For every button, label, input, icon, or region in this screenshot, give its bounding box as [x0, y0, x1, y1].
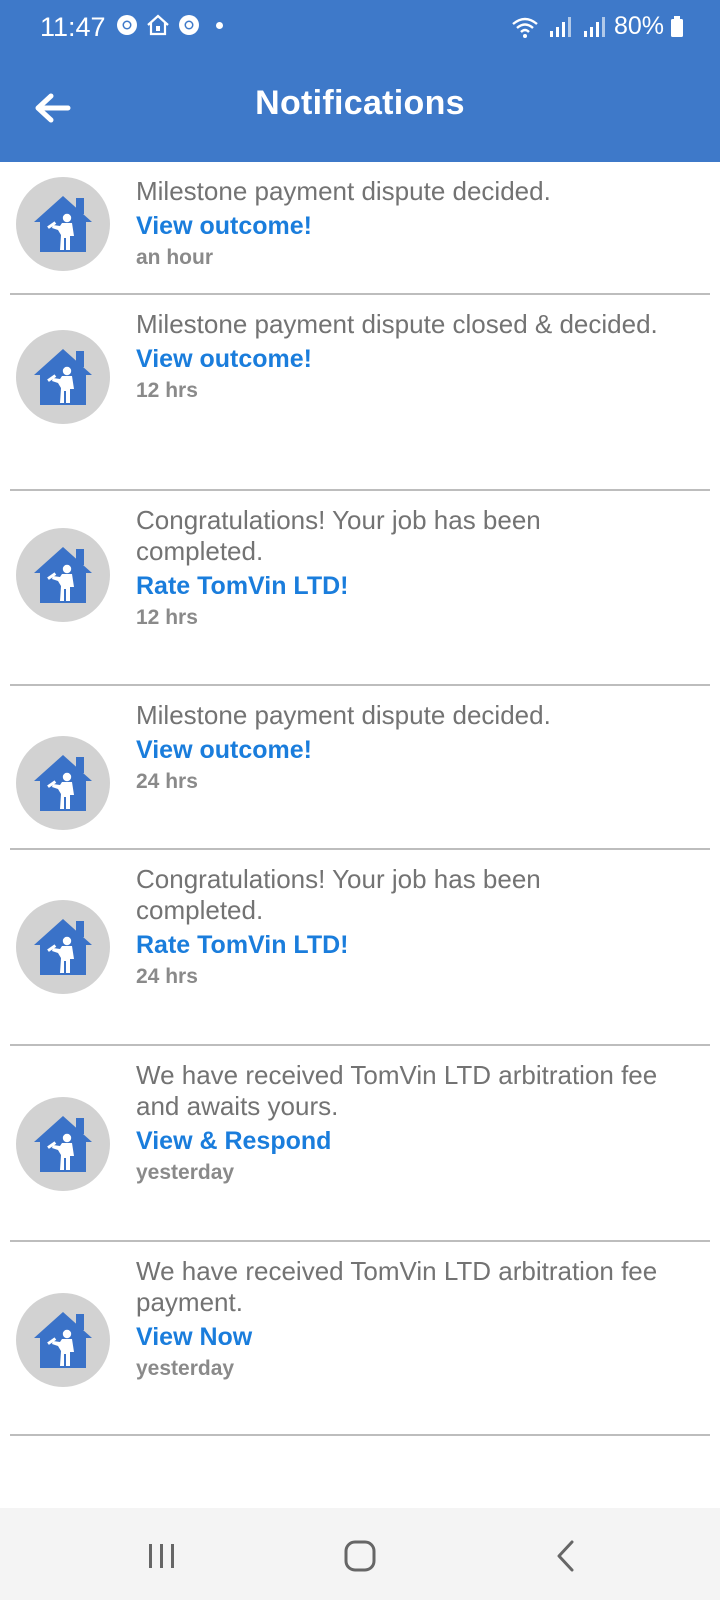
- wifi-icon: [512, 17, 538, 38]
- house-worker-avatar: [16, 528, 110, 622]
- notification-action-link[interactable]: View outcome!: [136, 344, 312, 374]
- signal-icon: [549, 16, 571, 37]
- notification-action-link[interactable]: View outcome!: [136, 211, 312, 241]
- notification-item[interactable]: We have received TomVin LTD arbitration …: [10, 1046, 710, 1242]
- notification-action-link[interactable]: View outcome!: [136, 735, 312, 765]
- notification-action-link[interactable]: View & Respond: [136, 1126, 331, 1156]
- house-worker-icon: [34, 349, 92, 405]
- recent-apps-icon: [149, 1544, 174, 1568]
- notification-time: 24 hrs: [136, 770, 198, 793]
- home-app-icon: [147, 14, 169, 36]
- notification-text: Milestone payment dispute decided. View o…: [136, 700, 670, 795]
- battery-percentage: 80%: [613, 12, 664, 40]
- notification-item[interactable]: Milestone payment dispute decided. View o…: [10, 686, 710, 850]
- notification-message: Milestone payment dispute decided.: [136, 176, 551, 206]
- house-worker-avatar: [16, 1293, 110, 1387]
- status-notification-icons: [116, 14, 223, 36]
- house-worker-icon: [34, 919, 92, 975]
- app-bar: Notifications: [0, 56, 720, 162]
- battery-icon: [671, 15, 683, 37]
- home-button[interactable]: [320, 1528, 400, 1584]
- notification-time: 12 hrs: [136, 379, 198, 402]
- house-worker-icon: [34, 196, 92, 252]
- notification-text: Milestone payment dispute decided. View o…: [136, 176, 670, 271]
- notification-list: Milestone payment dispute decided. View o…: [0, 162, 720, 1436]
- notification-text: Congratulations! Your job has been compl…: [136, 505, 670, 631]
- house-worker-avatar: [16, 177, 110, 271]
- house-worker-icon: [34, 1116, 92, 1172]
- notification-action-link[interactable]: View Now: [136, 1322, 252, 1352]
- notification-time: an hour: [136, 246, 213, 269]
- house-worker-avatar: [16, 1097, 110, 1191]
- notification-time: 24 hrs: [136, 965, 198, 988]
- page-title: Notifications: [255, 84, 465, 122]
- home-icon: [344, 1540, 376, 1572]
- notification-action-link[interactable]: Rate TomVin LTD!: [136, 571, 349, 601]
- status-bar: 11:47 80%: [0, 0, 720, 56]
- notification-message: We have received TomVin LTD arbitration …: [136, 1060, 658, 1121]
- system-back-button[interactable]: [526, 1528, 606, 1584]
- notification-time: yesterday: [136, 1357, 235, 1380]
- notification-text: Congratulations! Your job has been compl…: [136, 864, 670, 990]
- notification-message: Milestone payment dispute decided.: [136, 700, 551, 730]
- house-worker-avatar: [16, 736, 110, 830]
- notification-time: 12 hrs: [136, 606, 198, 629]
- status-time: 11:47: [40, 12, 106, 42]
- house-worker-avatar: [16, 900, 110, 994]
- status-system-icons: 80%: [510, 12, 684, 41]
- notification-item[interactable]: Milestone payment dispute closed & decid…: [10, 295, 710, 491]
- notification-action-link[interactable]: Rate TomVin LTD!: [136, 930, 349, 960]
- chevron-left-icon: [557, 1540, 574, 1572]
- recent-apps-button[interactable]: [122, 1528, 202, 1584]
- notification-item[interactable]: We have received TomVin LTD arbitration …: [10, 1242, 710, 1436]
- notification-message: Milestone payment dispute closed & decid…: [136, 309, 658, 339]
- notification-text: We have received TomVin LTD arbitration …: [136, 1060, 670, 1186]
- notification-item[interactable]: Congratulations! Your job has been compl…: [10, 491, 710, 686]
- notification-message: Congratulations! Your job has been compl…: [136, 864, 541, 925]
- notification-text: We have received TomVin LTD arbitration …: [136, 1256, 670, 1382]
- notification-item[interactable]: Congratulations! Your job has been compl…: [10, 850, 710, 1046]
- house-worker-icon: [34, 1312, 92, 1368]
- notification-item[interactable]: Milestone payment dispute decided. View o…: [10, 162, 710, 295]
- chrome-icon: [179, 15, 199, 35]
- notification-text: Milestone payment dispute closed & decid…: [136, 309, 670, 404]
- signal-icon: [583, 16, 605, 37]
- notification-time: yesterday: [136, 1161, 235, 1184]
- notification-message: Congratulations! Your job has been compl…: [136, 505, 541, 566]
- notification-message: We have received TomVin LTD arbitration …: [136, 1256, 658, 1317]
- app-header: 11:47 80% Notifications: [0, 0, 720, 162]
- house-worker-avatar: [16, 330, 110, 424]
- system-navigation-bar: [0, 1508, 720, 1600]
- more-notifications-dot: [216, 21, 223, 29]
- chrome-icon: [117, 15, 137, 35]
- house-worker-icon: [34, 547, 92, 603]
- house-worker-icon: [34, 755, 92, 811]
